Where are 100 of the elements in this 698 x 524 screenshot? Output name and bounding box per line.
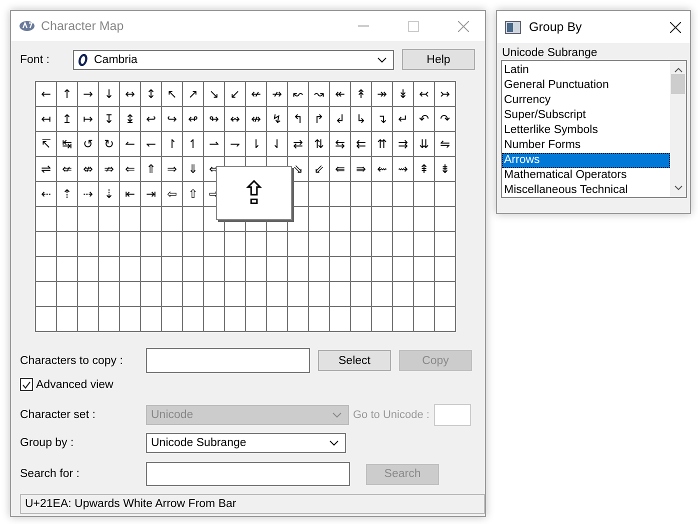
character-cell[interactable]: ↻ (99, 132, 120, 157)
character-cell[interactable]: ↟ (351, 82, 372, 107)
character-cell[interactable]: ⇡ (57, 182, 78, 207)
character-cell[interactable]: ⇏ (99, 157, 120, 182)
character-cell[interactable]: → (78, 82, 99, 107)
search-field[interactable] (146, 462, 350, 486)
scroll-up-icon[interactable] (674, 67, 682, 73)
character-cell[interactable]: ↚ (246, 82, 267, 107)
character-cell[interactable]: ↭ (225, 107, 246, 132)
character-cell[interactable]: ⇙ (309, 157, 330, 182)
character-cell[interactable]: ↤ (36, 107, 57, 132)
character-cell[interactable]: ↩ (141, 107, 162, 132)
characters-to-copy-field[interactable] (146, 348, 310, 373)
character-cell[interactable]: ↫ (183, 107, 204, 132)
character-cell[interactable]: ↕ (141, 82, 162, 107)
scrollbar[interactable] (670, 61, 686, 197)
list-item[interactable]: General Punctuation (502, 78, 670, 93)
character-cell[interactable]: ↿ (183, 132, 204, 157)
group-by-dropdown[interactable]: Unicode Subrange (146, 433, 346, 453)
character-cell[interactable]: ↵ (393, 107, 414, 132)
character-cell[interactable]: ↝ (309, 82, 330, 107)
font-dropdown[interactable]: Cambria (73, 50, 394, 70)
character-cell[interactable]: ↨ (120, 107, 141, 132)
character-cell[interactable]: ↣ (435, 82, 456, 107)
character-cell[interactable]: ↓ (99, 82, 120, 107)
list-item[interactable]: Super/Subscript (502, 108, 670, 123)
list-item[interactable]: Arrows (502, 153, 670, 168)
character-cell[interactable]: ↢ (414, 82, 435, 107)
character-cell[interactable]: ↰ (288, 107, 309, 132)
character-cell[interactable]: ⇇ (351, 132, 372, 157)
character-cell[interactable]: ↪ (162, 107, 183, 132)
character-cell[interactable]: ↼ (120, 132, 141, 157)
character-cell[interactable]: ⇌ (36, 157, 57, 182)
go-to-unicode-field[interactable] (434, 404, 472, 426)
character-cell[interactable]: ⇎ (78, 157, 99, 182)
character-cell[interactable]: ↔ (120, 82, 141, 107)
character-cell[interactable]: ⇐ (120, 157, 141, 182)
character-cell[interactable]: ↛ (267, 82, 288, 107)
character-cell[interactable]: ↳ (351, 107, 372, 132)
character-cell[interactable]: ↠ (372, 82, 393, 107)
character-cell[interactable]: ⇂ (246, 132, 267, 157)
list-item[interactable]: Miscellaneous Technical (502, 183, 670, 198)
scrollbar-thumb[interactable] (671, 74, 685, 94)
character-cell[interactable]: ↡ (393, 82, 414, 107)
character-cell[interactable]: ↬ (204, 107, 225, 132)
character-cell[interactable]: ↽ (141, 132, 162, 157)
character-cell[interactable]: ⇛ (351, 157, 372, 182)
character-cell[interactable]: ⇒ (162, 157, 183, 182)
character-cell[interactable]: ⇣ (99, 182, 120, 207)
character-cell[interactable]: ⇉ (393, 132, 414, 157)
character-cell[interactable]: ⇜ (372, 157, 393, 182)
scroll-down-icon[interactable] (674, 185, 682, 191)
character-cell[interactable]: ⇦ (162, 182, 183, 207)
character-cell[interactable]: ↥ (57, 107, 78, 132)
advanced-view-checkbox[interactable] (20, 378, 33, 391)
character-cell[interactable]: ↴ (372, 107, 393, 132)
character-cell[interactable]: ⇁ (225, 132, 246, 157)
character-cell[interactable]: ← (36, 82, 57, 107)
character-cell[interactable]: ⇢ (78, 182, 99, 207)
character-cell[interactable]: ⇈ (372, 132, 393, 157)
character-cell[interactable]: ↘ (204, 82, 225, 107)
character-cell[interactable]: ↧ (99, 107, 120, 132)
character-cell[interactable]: ↺ (78, 132, 99, 157)
character-cell[interactable]: ↯ (267, 107, 288, 132)
list-item[interactable]: Number Forms (502, 138, 670, 153)
character-cell[interactable]: ↱ (309, 107, 330, 132)
character-cell[interactable]: ⇟ (435, 157, 456, 182)
character-cell[interactable]: ⇆ (330, 132, 351, 157)
character-cell[interactable]: ↶ (414, 107, 435, 132)
character-cell[interactable]: ⇅ (309, 132, 330, 157)
character-cell[interactable]: ⇓ (183, 157, 204, 182)
character-cell[interactable]: ↮ (246, 107, 267, 132)
character-cell[interactable]: ⇠ (36, 182, 57, 207)
character-cell[interactable]: ⇑ (141, 157, 162, 182)
subrange-list[interactable]: Latin General Punctuation Currency Super/Subscript Letterlike Symbols Number Forms Arrows Mathematical Operators Miscellaneous Technical (501, 60, 687, 198)
character-cell[interactable]: ⇀ (204, 132, 225, 157)
list-item[interactable]: Latin (502, 63, 670, 78)
character-cell[interactable]: ⇞ (414, 157, 435, 182)
character-cell[interactable]: ⇄ (288, 132, 309, 157)
character-cell[interactable]: ↷ (435, 107, 456, 132)
character-cell[interactable]: ↜ (288, 82, 309, 107)
list-item[interactable]: Letterlike Symbols (502, 123, 670, 138)
character-cell[interactable]: ⇍ (57, 157, 78, 182)
character-cell[interactable]: ↞ (330, 82, 351, 107)
character-cell[interactable]: ⇋ (435, 132, 456, 157)
list-item[interactable]: Mathematical Operators (502, 168, 670, 183)
character-cell[interactable]: ⇧ (183, 182, 204, 207)
character-cell[interactable]: ↸ (36, 132, 57, 157)
character-cell[interactable]: ⇥ (141, 182, 162, 207)
character-cell[interactable]: ↲ (330, 107, 351, 132)
character-cell[interactable]: ↗ (183, 82, 204, 107)
character-cell[interactable]: ↙ (225, 82, 246, 107)
select-button[interactable]: Select (318, 350, 391, 371)
character-cell[interactable]: ↾ (162, 132, 183, 157)
character-cell[interactable]: ⇤ (120, 182, 141, 207)
list-item[interactable]: Currency (502, 93, 670, 108)
help-button[interactable]: Help (402, 49, 475, 70)
character-cell[interactable]: ⇚ (330, 157, 351, 182)
character-cell[interactable]: ⇝ (393, 157, 414, 182)
character-cell[interactable]: ↑ (57, 82, 78, 107)
